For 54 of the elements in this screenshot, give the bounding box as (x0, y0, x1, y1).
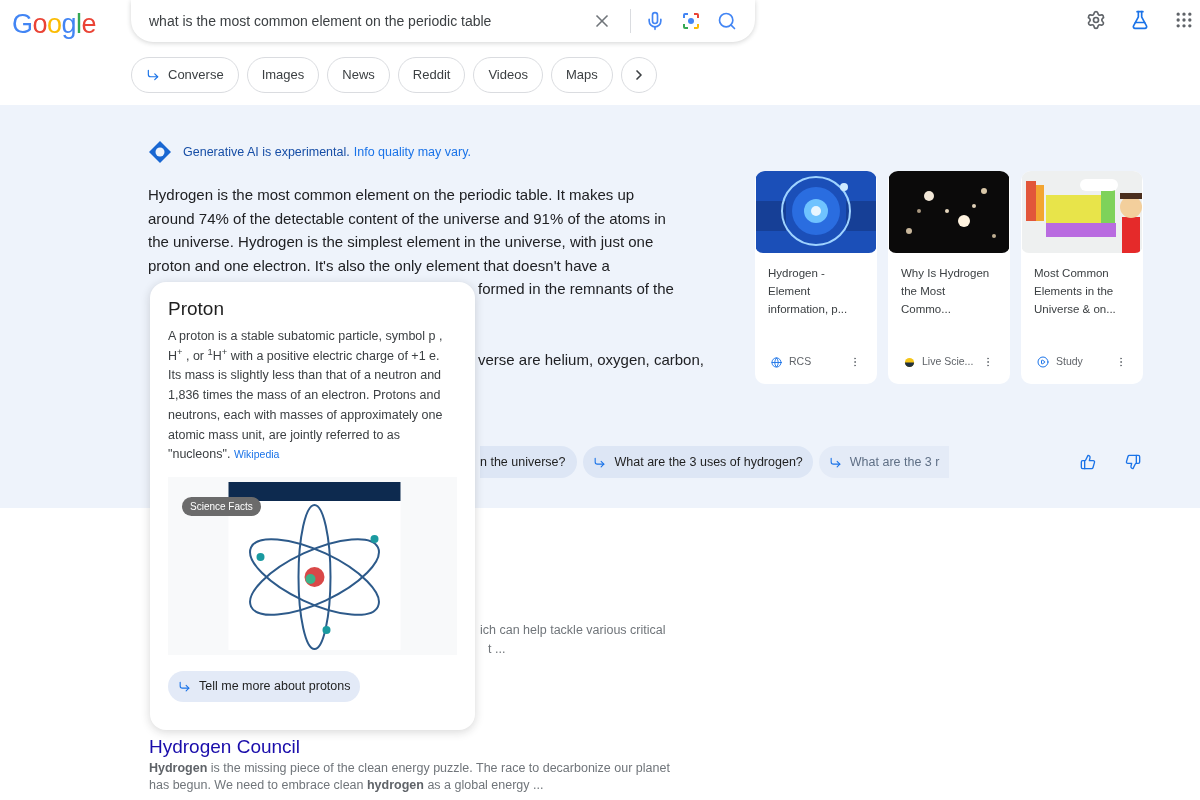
filter-chip[interactable]: Converse (131, 57, 239, 93)
microphone-icon[interactable] (645, 11, 665, 31)
search-input[interactable]: what is the most common element on the periodic table (149, 10, 592, 32)
follow-up-chip[interactable]: n the universe? (480, 446, 578, 478)
ai-notice: Generative AI is experimental. (183, 143, 350, 161)
thumbs-up-icon[interactable] (1080, 454, 1096, 470)
answer-line: the universe. Hydrogen is the simplest element in the universe, with just one (148, 233, 654, 250)
answer-line: proton and one electron. It's also the only element that doesn't have a (148, 256, 610, 274)
source-name: Live Scie... (922, 354, 974, 370)
result-snippet: ich can help tackle various critical (480, 623, 666, 637)
source-name: RCS (789, 354, 812, 370)
source-title: Hydrogen - Element information, p... (767, 266, 849, 317)
result-snippet: has begun. We need to embrace clean hydrogen as a global energy ... (149, 778, 544, 792)
source-card[interactable]: Why Is Hydrogen the Most Commo... Live Scie... (888, 171, 1010, 384)
sparkle-diamond-icon (148, 140, 172, 164)
search-field[interactable]: what is the most common element on the periodic table (131, 0, 755, 42)
filter-chip[interactable]: News (327, 57, 390, 93)
ai-notice-note: Info quality may vary. (353, 143, 471, 161)
camera-icon[interactable] (681, 11, 701, 31)
flask-icon[interactable] (1130, 10, 1150, 30)
definition-text: A proton is a stable subatomic particle, symbol p , H$^{+}$ , or $^{1}$H$^{+}$ with a positive electric charge of +1 e. Its mass is slightly less than that of a neutron and 1,836 times the mass of an electron. Protons and neutrons, each with masses of approximately one atomic mass unit, are jointly referred to as "nucleons". Wikipedia (168, 328, 444, 464)
answer-line: formed in the remnants of the (478, 280, 674, 297)
filter-chip[interactable]: Videos (473, 57, 543, 93)
filter-chip[interactable]: Reddit (397, 57, 466, 93)
source-name: Study (1056, 354, 1083, 370)
result-snippet: Hydrogen is the missing piece of the clean energy puzzle. The race to decarbonize our planet (149, 761, 670, 775)
arrow-icon (828, 455, 842, 469)
follow-up-chip[interactable]: What are the 3 uses of hydrogen? (583, 446, 813, 478)
source-card[interactable]: Hydrogen - Element information, p... RCS (755, 171, 877, 384)
arrow-icon (146, 68, 160, 82)
result-title[interactable]: Hydrogen Council (149, 736, 301, 757)
arrow-icon (178, 679, 191, 693)
answer-line: verse are helium, oxygen, carbon, (478, 350, 704, 368)
site-icon (904, 356, 915, 368)
search-icon[interactable] (717, 11, 737, 31)
follow-up-chip[interactable]: Tell me more about protons (168, 670, 361, 702)
filter-chip[interactable]: Maps (550, 57, 613, 93)
google-logo[interactable]: Google (12, 4, 122, 45)
follow-up-chip[interactable]: What are the 3 r (818, 446, 950, 478)
result-snippet: t ... (488, 642, 506, 656)
filter-chip[interactable]: Images (246, 57, 320, 93)
wikipedia-link[interactable]: Wikipedia (233, 448, 280, 461)
answer-line: Hydrogen is the most common element on the periodic table. It makes up (148, 186, 635, 203)
arrow-icon (593, 455, 607, 469)
source-title: Why Is Hydrogen the Most Commo... (900, 266, 991, 317)
globe-icon (771, 356, 782, 368)
source-title: Most Common Elements in the Universe & on... (1033, 266, 1117, 317)
apps-icon[interactable] (1174, 10, 1194, 30)
popup-title: Proton (168, 297, 225, 321)
play-icon (1037, 356, 1049, 369)
answer-line: around 74% of the detectable content of the universe and 91% of the atoms in (148, 209, 666, 227)
thumbs-down-icon[interactable] (1125, 454, 1141, 470)
settings-icon[interactable] (1086, 10, 1106, 30)
source-card[interactable]: Most Common Elements in the Universe & on... Study (1021, 171, 1143, 384)
